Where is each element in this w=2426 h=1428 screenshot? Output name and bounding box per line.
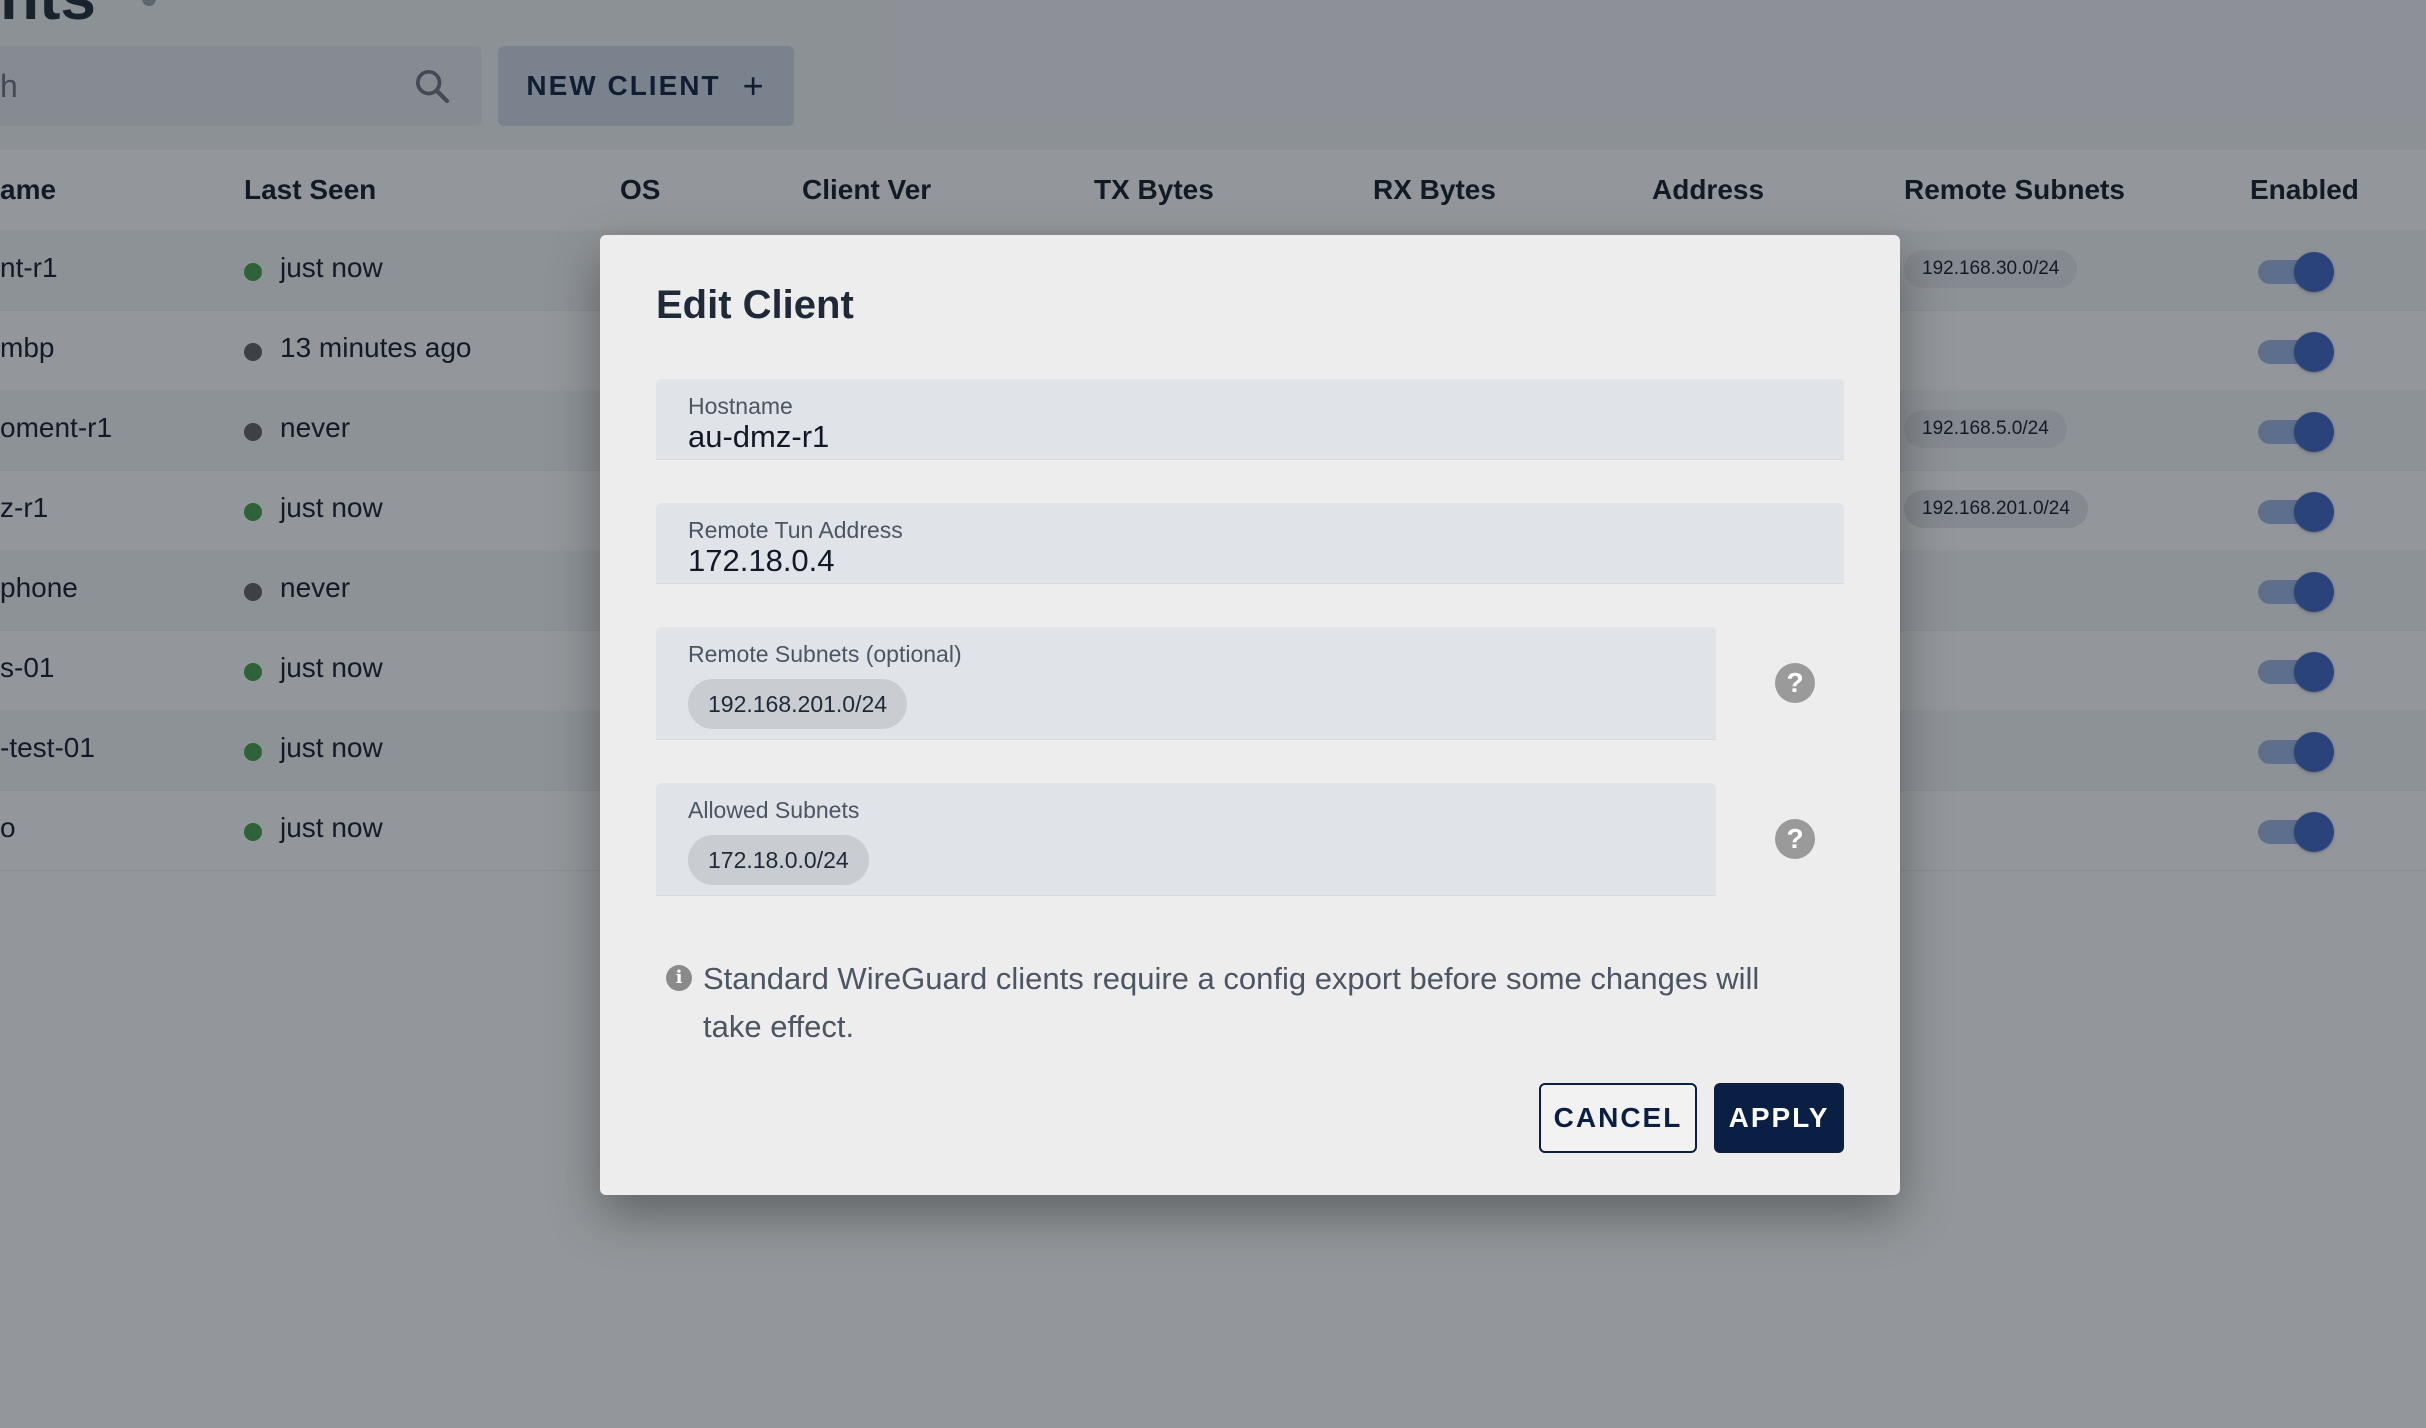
remote-subnets-help-icon[interactable]: ? bbox=[1775, 663, 1815, 703]
hostname-field[interactable]: Hostname au-dmz-r1 bbox=[656, 379, 1844, 460]
remote-subnets-label: Remote Subnets (optional) bbox=[688, 641, 962, 667]
allowed-subnet-chip[interactable]: 172.18.0.0/24 bbox=[688, 835, 869, 885]
tun-address-label: Remote Tun Address bbox=[688, 517, 903, 543]
cancel-button[interactable]: CANCEL bbox=[1539, 1083, 1697, 1153]
info-message: Standard WireGuard clients require a con… bbox=[703, 961, 1760, 1044]
dialog-title: Edit Client bbox=[656, 283, 854, 327]
allowed-subnets-help-icon[interactable]: ? bbox=[1775, 819, 1815, 859]
tun-address-value: 172.18.0.4 bbox=[688, 543, 835, 578]
apply-button[interactable]: APPLY bbox=[1714, 1083, 1844, 1153]
remote-subnet-chip[interactable]: 192.168.201.0/24 bbox=[688, 679, 908, 729]
tun-address-field[interactable]: Remote Tun Address 172.18.0.4 bbox=[656, 503, 1844, 584]
hostname-label: Hostname bbox=[688, 393, 793, 419]
allowed-subnets-field[interactable]: Allowed Subnets 172.18.0.0/24 bbox=[656, 783, 1716, 896]
remote-subnets-field[interactable]: Remote Subnets (optional) 192.168.201.0/… bbox=[656, 627, 1716, 740]
edit-client-dialog: Edit Client Hostname au-dmz-r1 Remote Tu… bbox=[600, 235, 1900, 1195]
hostname-value: au-dmz-r1 bbox=[688, 419, 830, 454]
info-icon: i bbox=[666, 965, 692, 991]
allowed-subnets-label: Allowed Subnets bbox=[688, 797, 860, 823]
